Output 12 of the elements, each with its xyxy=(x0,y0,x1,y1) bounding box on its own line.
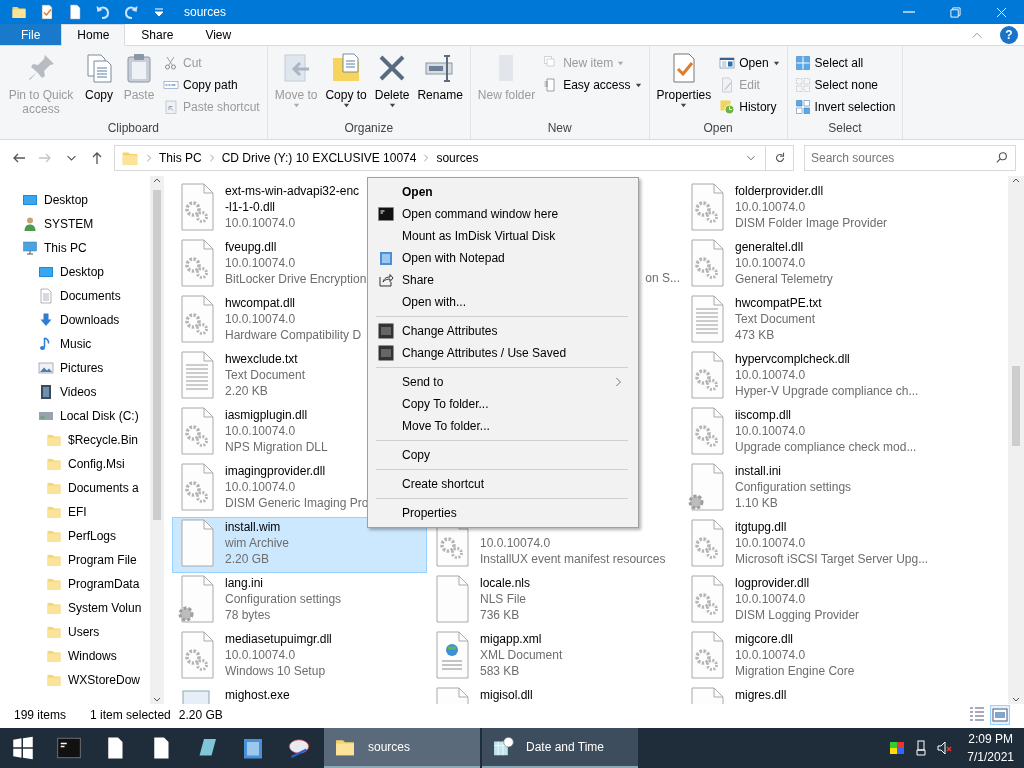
clock-date: 7/1/2021 xyxy=(967,749,1014,766)
selection-text: 1 item selected xyxy=(90,707,171,724)
group-label: Organize xyxy=(343,120,395,137)
clock-time: 2:09 PM xyxy=(967,731,1014,748)
group-label: Select xyxy=(827,120,863,137)
item-count: 199 items xyxy=(14,707,67,724)
group-label: New xyxy=(546,120,573,137)
file-detail-text: on S... xyxy=(645,270,680,287)
selection-size: 2.20 GB xyxy=(178,707,223,724)
group-label: Open xyxy=(702,120,734,137)
group-label: Clipboard xyxy=(106,120,161,137)
window-title: sources xyxy=(183,4,228,21)
